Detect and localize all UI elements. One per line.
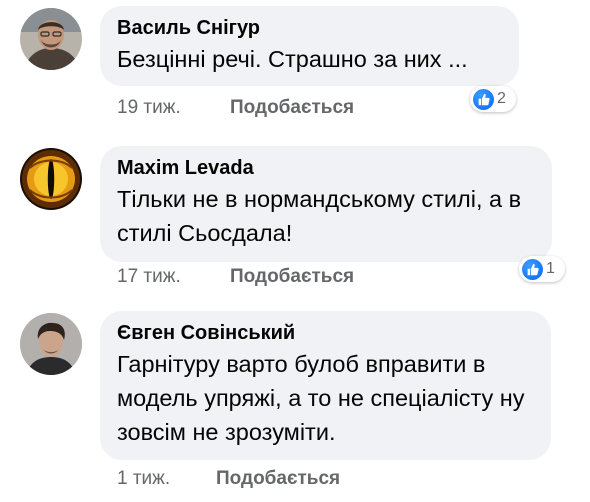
comment-bubble: Василь Снігур Безцінні речі. Страшно за … — [100, 6, 519, 86]
comment-timestamp[interactable]: 1 тиж. — [117, 468, 170, 490]
comment-bubble: Євген Совінський Гарнітуру варто булоб в… — [100, 311, 551, 460]
thumbs-up-icon — [473, 88, 494, 110]
reaction-count: 2 — [497, 90, 506, 107]
comment-timestamp[interactable]: 17 тиж. — [117, 266, 181, 288]
comment-author[interactable]: Євген Совінський — [117, 321, 533, 345]
like-button[interactable]: Подобається — [216, 468, 340, 490]
like-button[interactable]: Подобається — [230, 266, 354, 288]
comment-text: Гарнітуру варто булоб вправити в модель … — [117, 351, 525, 445]
comment-text: Безцінні речі. Страшно за них ... — [117, 46, 468, 72]
like-button[interactable]: Подобається — [230, 97, 354, 119]
avatar[interactable] — [20, 8, 82, 70]
comment-author[interactable]: Василь Снігур — [117, 16, 501, 40]
comment-bubble: Maxim Levada Тільки не в нормандському с… — [100, 146, 552, 262]
thumbs-up-icon — [522, 258, 543, 280]
reaction-summary[interactable]: 2 — [470, 86, 516, 112]
reaction-count: 1 — [546, 260, 555, 277]
comment-timestamp[interactable]: 19 тиж. — [117, 97, 181, 119]
comment-text: Тільки не в нормандському стилі, а в сти… — [117, 186, 522, 246]
comment-author[interactable]: Maxim Levada — [117, 156, 534, 180]
avatar[interactable] — [20, 313, 82, 375]
reaction-summary[interactable]: 1 — [519, 256, 565, 282]
avatar[interactable] — [20, 148, 82, 210]
